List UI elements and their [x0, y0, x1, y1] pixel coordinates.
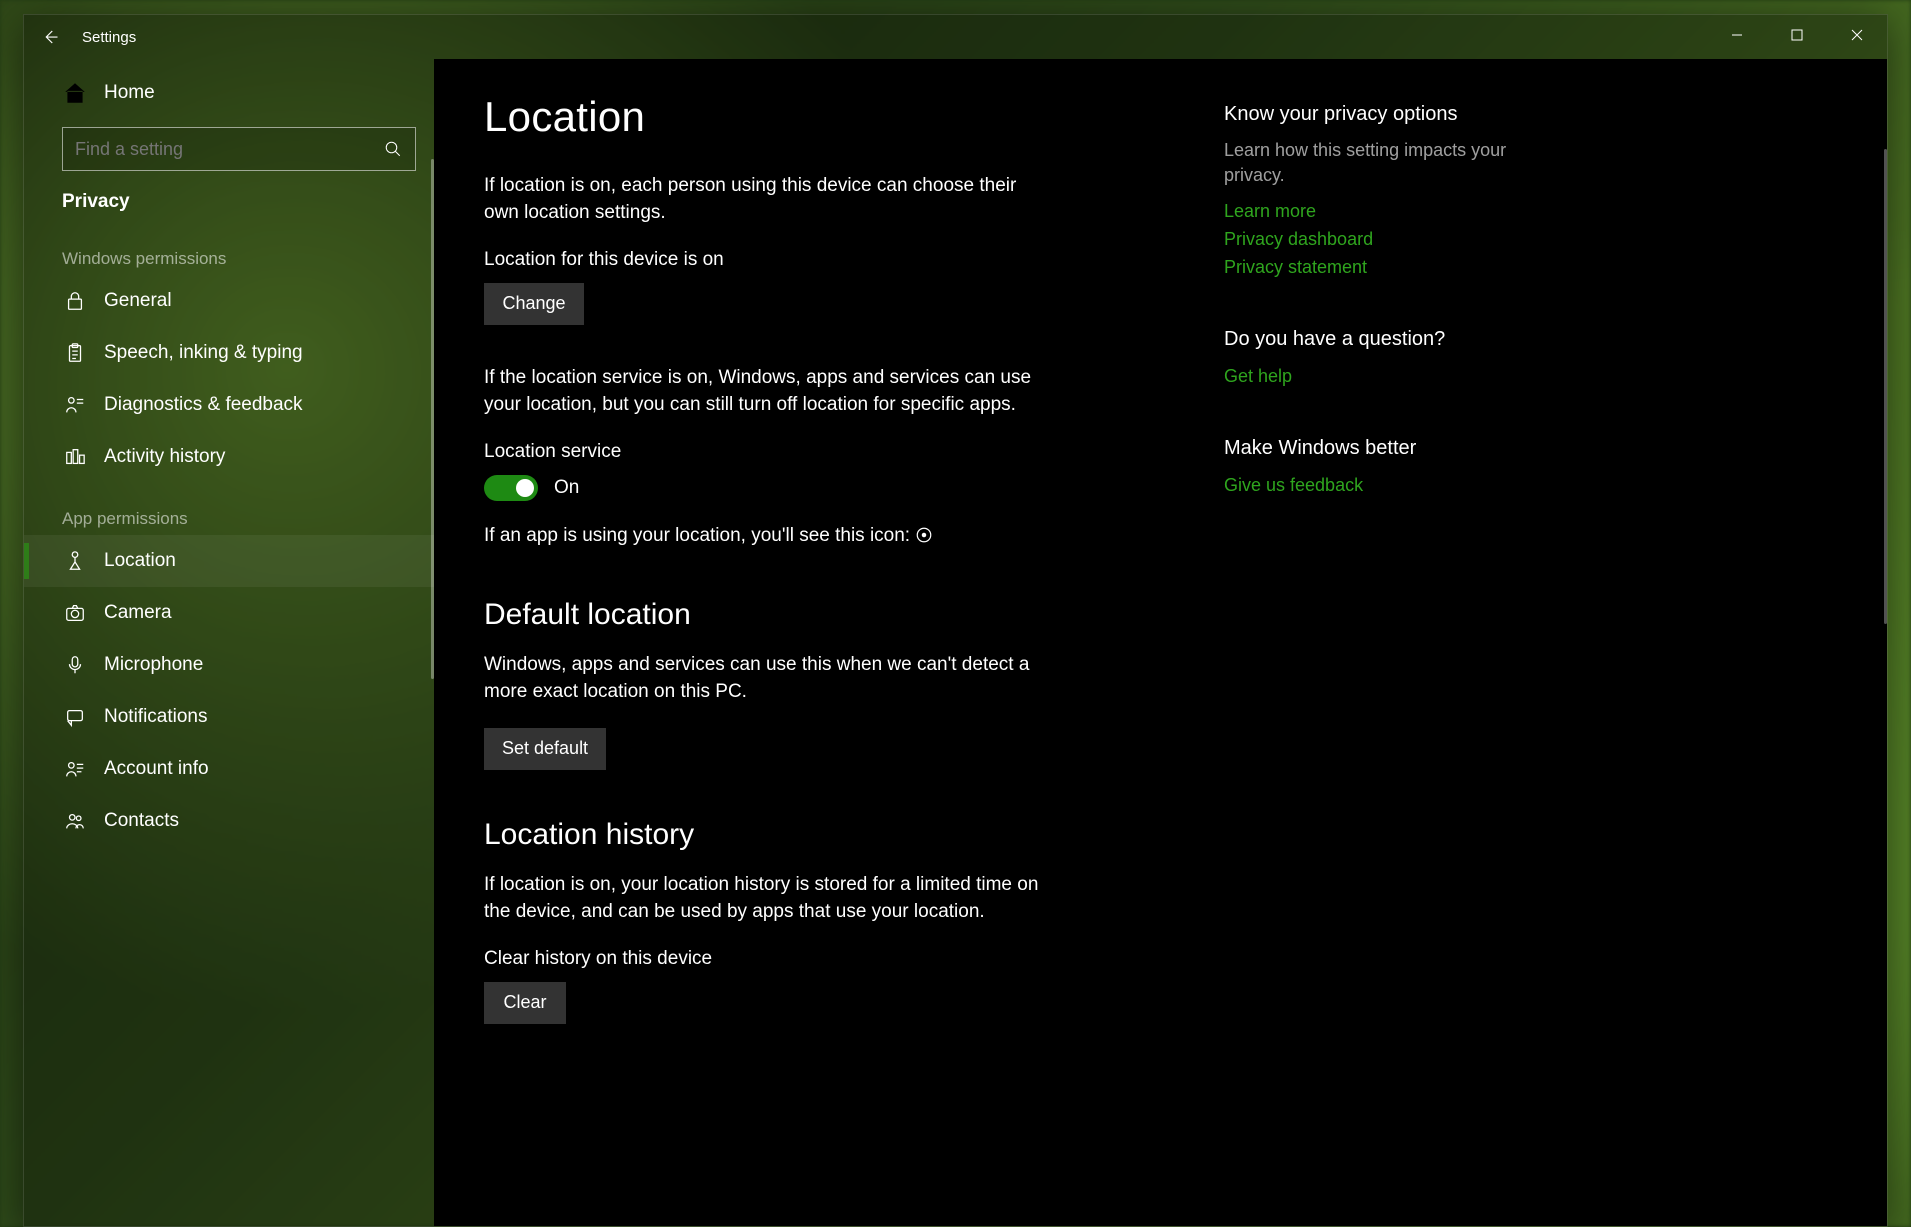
change-button[interactable]: Change	[484, 283, 584, 325]
search-input[interactable]	[62, 127, 416, 171]
sidebar-item-activity-history[interactable]: Activity history	[24, 431, 434, 483]
nav-label: Account info	[104, 758, 209, 780]
location-service-label: Location service	[484, 441, 1164, 463]
account-icon	[62, 758, 88, 780]
toggle-thumb	[516, 479, 534, 497]
main-column: Location If location is on, each person …	[434, 59, 1214, 1226]
location-history-heading: Location history	[484, 818, 1164, 852]
back-button[interactable]	[24, 15, 76, 59]
side-block-feedback: Make Windows better Give us feedback	[1224, 437, 1554, 500]
nav-label: Contacts	[104, 810, 179, 832]
side-heading: Do you have a question?	[1224, 328, 1554, 351]
toggle-track[interactable]	[484, 475, 538, 501]
page-title: Location	[484, 93, 1164, 141]
side-block-question: Do you have a question? Get help	[1224, 328, 1554, 391]
sidebar-home[interactable]: Home	[24, 67, 434, 119]
location-icon	[62, 550, 88, 572]
nav-label: Microphone	[104, 654, 203, 676]
clipboard-icon	[62, 342, 88, 364]
location-history-text: If location is on, your location history…	[484, 872, 1054, 926]
mic-icon	[62, 654, 88, 676]
device-status-label: Location for this device is on	[484, 249, 1164, 271]
sidebar-item-location[interactable]: Location	[24, 535, 434, 587]
settings-window: Settings Home Privacy Windows perm	[23, 14, 1888, 1227]
link-give-feedback[interactable]: Give us feedback	[1224, 472, 1554, 500]
link-privacy-dashboard[interactable]: Privacy dashboard	[1224, 226, 1554, 254]
feedback-icon	[62, 394, 88, 416]
service-intro-text: If the location service is on, Windows, …	[484, 365, 1054, 419]
lock-icon	[62, 290, 88, 312]
window-title: Settings	[76, 29, 136, 46]
location-in-use-icon	[915, 526, 933, 544]
nav-label: Notifications	[104, 706, 208, 728]
nav-label: Activity history	[104, 446, 225, 468]
nav-label: Diagnostics & feedback	[104, 394, 303, 416]
clear-button[interactable]: Clear	[484, 982, 566, 1024]
link-get-help[interactable]: Get help	[1224, 363, 1554, 391]
clear-history-label: Clear history on this device	[484, 948, 1164, 970]
sidebar: Home Privacy Windows permissions General…	[24, 59, 434, 1226]
sidebar-item-account-info[interactable]: Account info	[24, 743, 434, 795]
side-text: Learn how this setting impacts your priv…	[1224, 138, 1554, 188]
caption-buttons	[1707, 15, 1887, 55]
search-container	[24, 119, 434, 185]
camera-icon	[62, 602, 88, 624]
sidebar-item-speech[interactable]: Speech, inking & typing	[24, 327, 434, 379]
home-icon	[62, 80, 88, 106]
sidebar-item-notifications[interactable]: Notifications	[24, 691, 434, 743]
default-location-text: Windows, apps and services can use this …	[484, 652, 1054, 706]
side-column: Know your privacy options Learn how this…	[1214, 59, 1594, 1226]
scrollbar-right[interactable]	[1884, 149, 1887, 624]
maximize-button[interactable]	[1767, 15, 1827, 55]
contacts-icon	[62, 810, 88, 832]
close-button[interactable]	[1827, 15, 1887, 55]
nav-label: Camera	[104, 602, 172, 624]
location-icon-note: If an app is using your location, you'll…	[484, 523, 1054, 550]
default-location-heading: Default location	[484, 598, 1164, 632]
link-privacy-statement[interactable]: Privacy statement	[1224, 254, 1554, 282]
content-area: Location If location is on, each person …	[434, 59, 1887, 1226]
history-icon	[62, 446, 88, 468]
intro-text: If location is on, each person using thi…	[484, 173, 1054, 227]
sidebar-home-label: Home	[104, 82, 155, 104]
sidebar-group-app-permissions: App permissions	[24, 483, 434, 535]
notify-icon	[62, 706, 88, 728]
nav-label: General	[104, 290, 172, 312]
location-service-toggle[interactable]: On	[484, 475, 1164, 501]
side-heading: Know your privacy options	[1224, 103, 1554, 126]
sidebar-item-microphone[interactable]: Microphone	[24, 639, 434, 691]
toggle-state-label: On	[554, 477, 579, 499]
nav-label: Speech, inking & typing	[104, 342, 303, 364]
title-bar: Settings	[24, 15, 1887, 59]
sidebar-item-camera[interactable]: Camera	[24, 587, 434, 639]
side-block-privacy-options: Know your privacy options Learn how this…	[1224, 103, 1554, 282]
nav-label: Location	[104, 550, 176, 572]
side-heading: Make Windows better	[1224, 437, 1554, 460]
set-default-button[interactable]: Set default	[484, 728, 606, 770]
arrow-left-icon	[41, 28, 59, 46]
minimize-button[interactable]	[1707, 15, 1767, 55]
sidebar-item-general[interactable]: General	[24, 275, 434, 327]
sidebar-group-windows-permissions: Windows permissions	[24, 223, 434, 275]
sidebar-item-diagnostics[interactable]: Diagnostics & feedback	[24, 379, 434, 431]
sidebar-item-contacts[interactable]: Contacts	[24, 795, 434, 847]
sidebar-category: Privacy	[24, 185, 434, 213]
link-learn-more[interactable]: Learn more	[1224, 198, 1554, 226]
